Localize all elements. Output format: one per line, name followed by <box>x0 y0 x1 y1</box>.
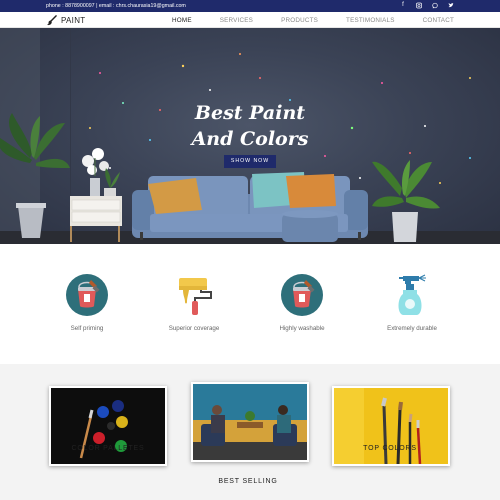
feature-label: Extremely durable <box>387 325 437 332</box>
hero-banner: Best Paint And Colors SHOW NOW <box>0 28 500 244</box>
product-label-top-colors: TOP COLORS <box>363 445 417 452</box>
instagram-icon[interactable] <box>416 1 422 10</box>
main-navbar: PAINT HOME SERVICES PRODUCTS TESTIMONIAL… <box>0 12 500 28</box>
best-selling-image <box>193 384 307 460</box>
paint-roller-icon <box>179 278 212 315</box>
features-section: Self priming Superior coverage Highly wa… <box>0 244 500 364</box>
nav-item-home[interactable]: HOME <box>172 17 192 24</box>
nav-item-testimonials[interactable]: TESTIMONIALS <box>346 17 395 24</box>
product-card-top-colors[interactable] <box>332 386 450 466</box>
feature-extremely-durable: Extremely durable <box>362 272 462 332</box>
product-label-color-palletes: COLOR PALLETES <box>71 445 145 452</box>
twitter-icon[interactable] <box>448 1 454 10</box>
product-card-best-selling[interactable] <box>191 382 309 462</box>
nav-item-services[interactable]: SERVICES <box>220 17 253 24</box>
product-card-color-palletes[interactable] <box>49 386 167 466</box>
hero-title-line-1: Best Paint <box>194 102 306 124</box>
feature-label: Self priming <box>70 325 104 332</box>
paint-bucket-icon <box>66 274 108 316</box>
spray-bottle-icon <box>398 274 426 315</box>
top-colors-image <box>334 388 448 464</box>
product-label-best-selling: BEST SELLING <box>218 478 278 485</box>
hero-title: Best Paint And Colors <box>150 100 350 152</box>
social-links: f <box>400 1 454 10</box>
color-palletes-image <box>51 388 165 464</box>
feature-self-priming: Self priming <box>37 272 137 332</box>
contact-info: phone : 8878900097 | email : chrs.chaura… <box>46 3 186 9</box>
feature-label: Superior coverage <box>168 325 220 332</box>
feature-superior-coverage: Superior coverage <box>144 272 244 332</box>
facebook-icon[interactable]: f <box>400 1 406 10</box>
nav-item-contact[interactable]: CONTACT <box>423 17 454 24</box>
nav-item-products[interactable]: PRODUCTS <box>281 17 318 24</box>
feature-highly-washable: Highly washable <box>252 272 352 332</box>
brand-logo[interactable]: PAINT <box>46 14 85 26</box>
show-now-button[interactable]: SHOW NOW <box>224 155 276 168</box>
top-contact-bar: phone : 8878900097 | email : chrs.chaura… <box>0 0 500 12</box>
paint-bucket-icon <box>281 274 323 316</box>
brand-name: PAINT <box>61 15 86 25</box>
products-section: COLOR PALLETES BEST SELLING TOP COLORS <box>0 364 500 500</box>
nav-menu: HOME SERVICES PRODUCTS TESTIMONIALS CONT… <box>144 12 454 28</box>
paintbrush-icon <box>46 14 57 25</box>
hero-title-line-2: And Colors <box>191 128 309 150</box>
whatsapp-icon[interactable] <box>432 1 438 10</box>
feature-label: Highly washable <box>279 325 325 332</box>
